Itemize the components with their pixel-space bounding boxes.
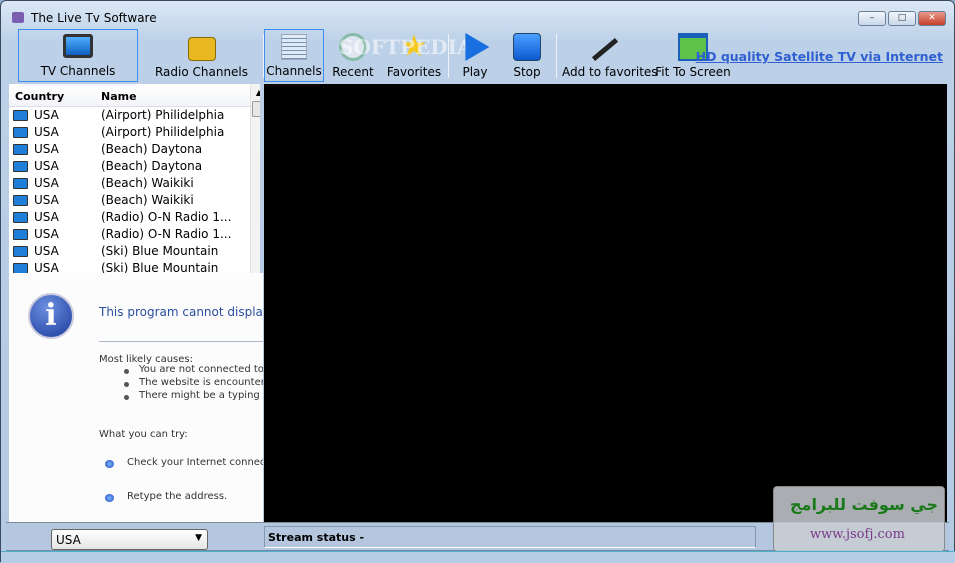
label: Play xyxy=(462,65,488,79)
table-row[interactable]: USA (Beach) Waikiki xyxy=(9,192,260,209)
table-row[interactable]: USA (Radio) O-N Radio 1... xyxy=(9,226,260,243)
country-select-value: USA xyxy=(56,533,81,547)
tv-icon xyxy=(13,212,28,223)
try-heading: What you can try: xyxy=(99,429,188,440)
name-cell: (Airport) Philidelphia xyxy=(101,125,225,139)
label: Add to favorites xyxy=(562,65,658,79)
table-row[interactable]: USA (Ski) Blue Mountain xyxy=(9,260,260,273)
play-icon xyxy=(465,33,490,61)
name-cell: (Beach) Waikiki xyxy=(101,176,194,190)
radio-icon xyxy=(187,37,216,61)
scroll-up-arrow-icon[interactable]: ▲ xyxy=(251,88,260,97)
toolbar: TV Channels Radio Channels Channels Rece… xyxy=(9,29,947,83)
name-cell: (Airport) Philidelphia xyxy=(101,108,225,122)
cause-item: There might be a typing err xyxy=(139,390,263,401)
column-country[interactable]: Country xyxy=(15,90,64,103)
country-cell: USA xyxy=(34,193,59,207)
name-cell: (Ski) Blue Mountain xyxy=(101,244,219,258)
table-row[interactable]: USA (Radio) O-N Radio 1... xyxy=(9,209,260,226)
country-cell: USA xyxy=(34,108,59,122)
label: Channels xyxy=(266,64,322,78)
video-area[interactable] xyxy=(264,84,947,522)
tv-icon xyxy=(13,110,28,121)
radio-channels-button[interactable]: Radio Channels xyxy=(144,29,259,82)
label: Favorites xyxy=(386,65,442,79)
add-to-favorites-button[interactable]: Add to favorites xyxy=(562,29,658,82)
info-icon: i xyxy=(28,293,74,339)
try-item: Retype the address. xyxy=(127,491,228,502)
tv-icon xyxy=(13,127,28,138)
app-icon xyxy=(12,12,24,23)
name-cell: (Ski) Blue Mountain xyxy=(101,261,219,273)
table-row[interactable]: USA (Ski) Blue Mountain xyxy=(9,243,260,260)
close-button[interactable]: ✕ xyxy=(918,11,946,26)
watermark-arabic: جي سوفت للبرامج xyxy=(790,495,938,514)
play-button[interactable]: Play xyxy=(455,29,495,82)
window-title: The Live Tv Software xyxy=(31,11,157,25)
country-cell: USA xyxy=(34,261,59,273)
name-cell: (Radio) O-N Radio 1... xyxy=(101,210,231,224)
tv-icon xyxy=(63,34,93,58)
country-cell: USA xyxy=(34,210,59,224)
tv-channels-button[interactable]: TV Channels xyxy=(18,29,138,82)
stop-button[interactable]: Stop xyxy=(507,29,547,82)
softpedia-watermark: SOFTPEDIA xyxy=(339,35,473,59)
country-cell: USA xyxy=(34,227,59,241)
label: Fit To Screen xyxy=(655,65,731,79)
tv-icon xyxy=(13,229,28,240)
hd-satellite-link[interactable]: HD quality Satellite TV via Internet xyxy=(696,49,943,64)
stream-status: Stream status - xyxy=(264,526,756,548)
try-item: Check your Internet connectic xyxy=(127,457,263,468)
table-row[interactable]: USA (Airport) Philidelphia xyxy=(9,107,260,124)
cause-item: The website is encountering xyxy=(139,377,263,388)
minimize-button[interactable]: – xyxy=(858,11,886,26)
label: Recent xyxy=(332,65,374,79)
label: TV Channels xyxy=(40,64,116,78)
table-row[interactable]: USA (Beach) Daytona xyxy=(9,141,260,158)
maximize-button[interactable]: □ xyxy=(888,11,916,26)
tv-icon xyxy=(13,263,28,273)
tv-icon xyxy=(13,161,28,172)
list-scrollbar[interactable]: ▲ xyxy=(250,84,260,273)
scroll-thumb[interactable] xyxy=(252,101,260,117)
country-cell: USA xyxy=(34,244,59,258)
name-cell: (Radio) O-N Radio 1... xyxy=(101,227,231,241)
country-cell: USA xyxy=(34,176,59,190)
jsofj-watermark: جي سوفت للبرامج www.jsofj.com xyxy=(773,486,945,552)
channel-list-icon xyxy=(281,34,307,60)
tv-icon xyxy=(13,178,28,189)
main-window: The Live Tv Software – □ ✕ TV Channels R… xyxy=(0,0,955,563)
name-cell: (Beach) Daytona xyxy=(101,159,203,173)
watermark-url: www.jsofj.com xyxy=(810,527,905,542)
error-title: This program cannot display th xyxy=(99,305,263,319)
tv-icon xyxy=(13,144,28,155)
country-cell: USA xyxy=(34,159,59,173)
country-cell: USA xyxy=(34,142,59,156)
channel-list: Country Name USA (Airport) Philidelphia US… xyxy=(9,84,260,273)
label: Radio Channels xyxy=(154,65,249,79)
table-row[interactable]: USA (Airport) Philidelphia xyxy=(9,124,260,141)
list-header: Country Name xyxy=(9,84,260,107)
error-page: i This program cannot display th Most li… xyxy=(9,273,263,522)
magic-wand-icon xyxy=(591,37,619,62)
name-cell: (Beach) Waikiki xyxy=(101,193,194,207)
country-select[interactable]: USA ▼ xyxy=(51,529,208,550)
table-row[interactable]: USA (Beach) Daytona xyxy=(9,158,260,175)
label: Stop xyxy=(513,65,541,79)
channels-button[interactable]: Channels xyxy=(264,29,324,82)
chevron-down-icon: ▼ xyxy=(195,533,202,543)
name-cell: (Beach) Daytona xyxy=(101,142,203,156)
stop-icon xyxy=(513,33,541,61)
cause-item: You are not connected to t xyxy=(139,364,263,375)
tv-icon xyxy=(13,246,28,257)
column-name[interactable]: Name xyxy=(101,90,137,103)
table-row[interactable]: USA (Beach) Waikiki xyxy=(9,175,260,192)
tv-icon xyxy=(13,195,28,206)
country-cell: USA xyxy=(34,125,59,139)
